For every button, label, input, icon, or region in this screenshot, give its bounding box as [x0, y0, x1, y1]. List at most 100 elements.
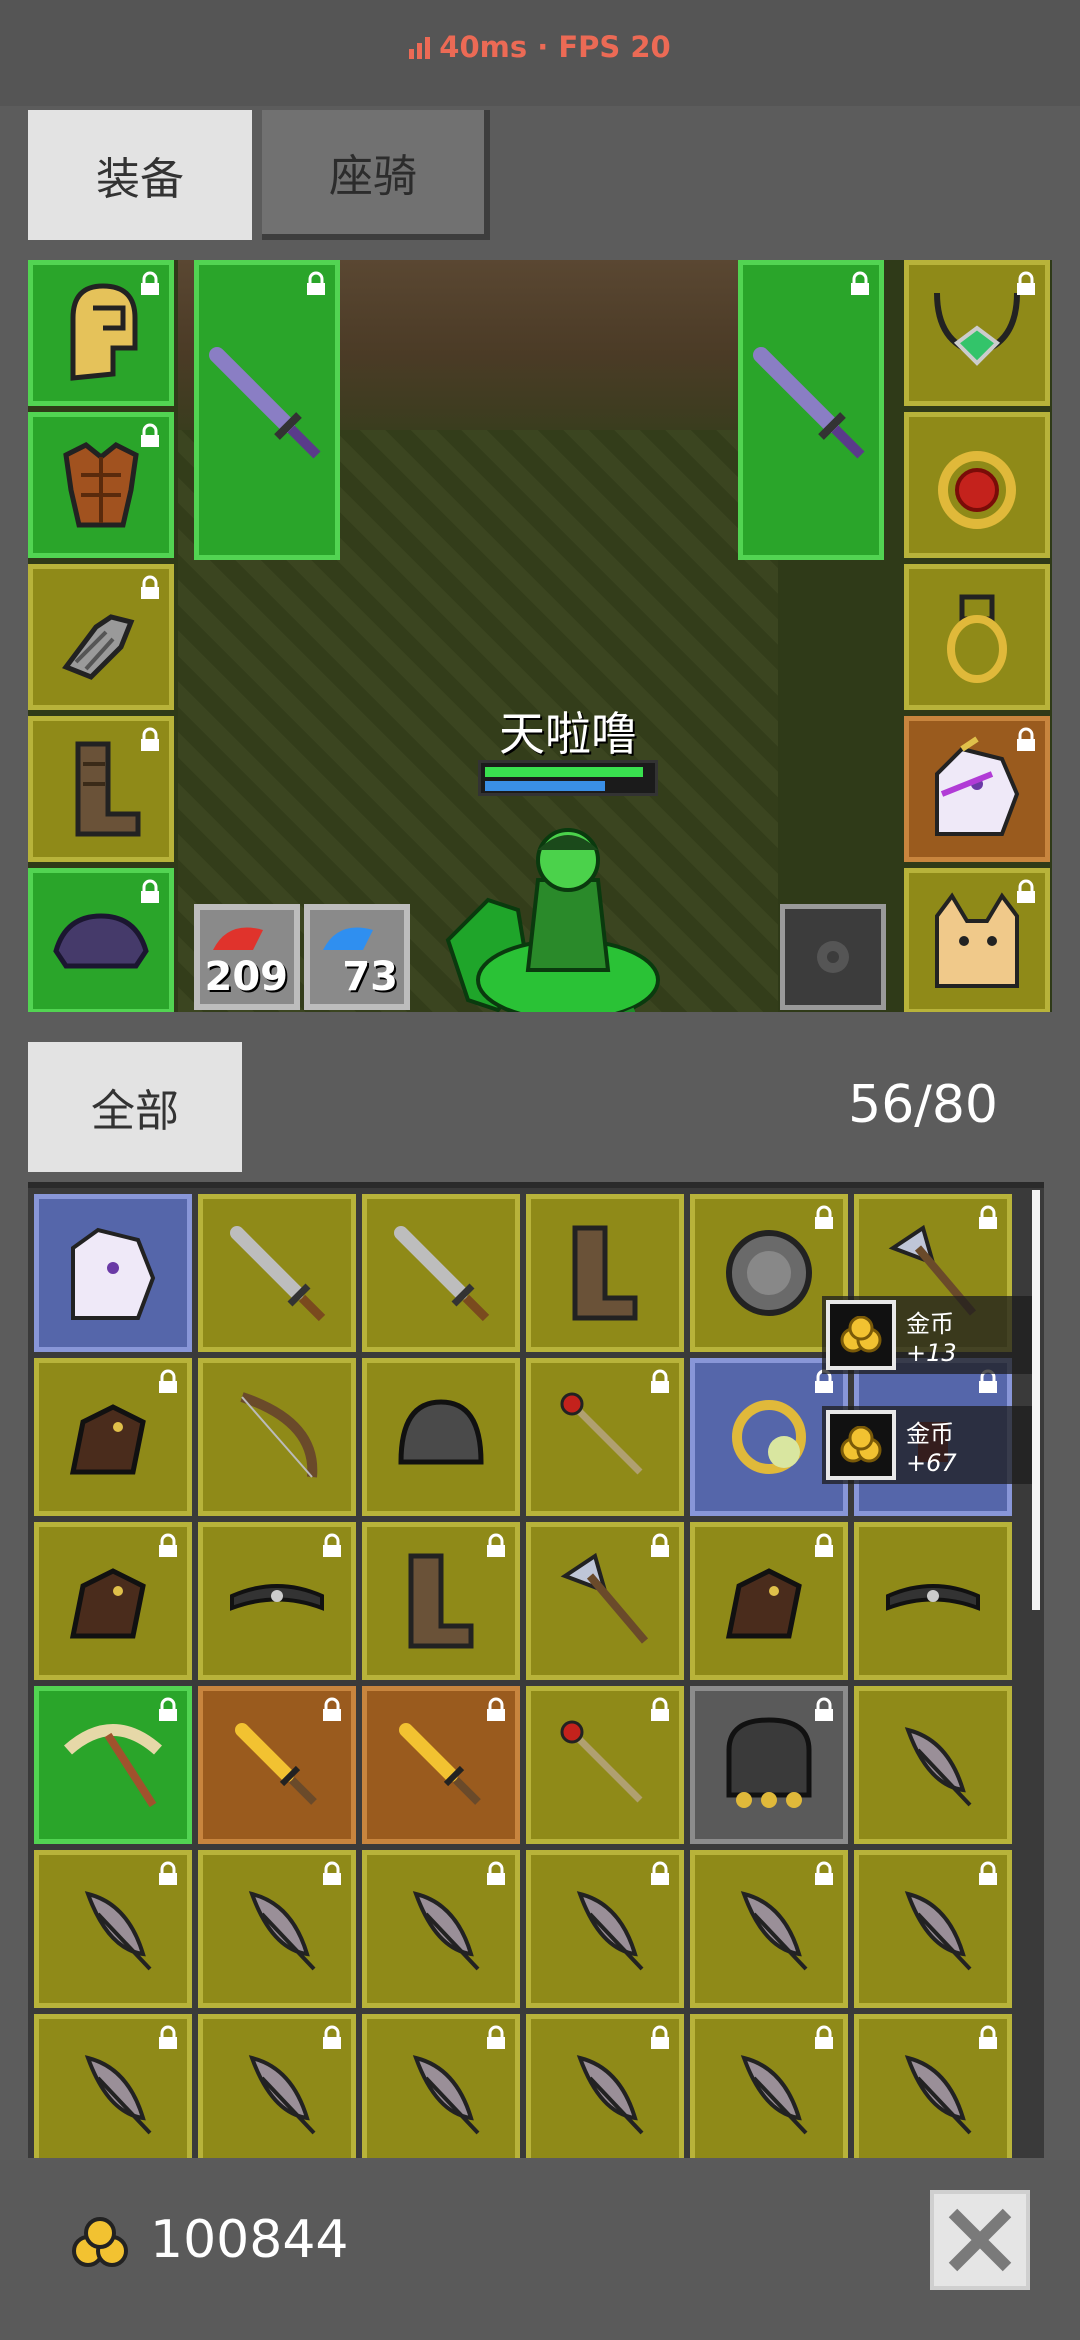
network-status: 40ms · FPS 20 [0, 30, 1080, 66]
lock-icon [851, 271, 869, 295]
mana-bar-fill [485, 781, 605, 791]
inventory-slot[interactable] [854, 2014, 1012, 2158]
lock-icon [1017, 727, 1035, 751]
unicorn-card-icon [71, 1227, 156, 1320]
inventory-slot[interactable] [690, 1686, 848, 1844]
lock-icon [141, 575, 159, 599]
filter-all-button[interactable]: 全部 [28, 1042, 242, 1172]
leather-glove-icon [69, 1404, 146, 1475]
equip-slot-ring-2[interactable] [904, 564, 1050, 710]
inventory-slot[interactable] [362, 1686, 520, 1844]
inventory-slot[interactable] [34, 1850, 192, 2008]
gold-ring-icon [732, 1400, 806, 1474]
red-potion-count: 209 [204, 954, 289, 1000]
equip-slot-weapon-main[interactable] [194, 260, 340, 560]
inventory-slot[interactable] [526, 1686, 684, 1844]
inventory-slot[interactable] [198, 1522, 356, 1680]
blue-potion-count: 73 [342, 954, 398, 1000]
close-icon [948, 2208, 1012, 2272]
inventory-slot[interactable] [362, 1194, 520, 1352]
tab-equipment[interactable]: 装备 [28, 110, 252, 240]
lock-icon [651, 1369, 669, 1393]
feather-icon [412, 1891, 480, 1971]
inventory-slot[interactable] [690, 1850, 848, 2008]
close-button[interactable] [930, 2190, 1030, 2290]
equip-slot-armor[interactable] [28, 412, 174, 558]
equip-slot-helmet[interactable] [28, 260, 174, 406]
inventory-slot[interactable] [34, 1522, 192, 1680]
red-potion-slot[interactable]: 209 [194, 904, 300, 1010]
inventory-slot[interactable] [526, 1850, 684, 2008]
ping-text: 40ms [439, 30, 528, 64]
equip-slot-pet[interactable] [904, 868, 1050, 1012]
inventory-slot[interactable] [34, 1194, 192, 1352]
inventory-slot[interactable] [198, 1686, 356, 1844]
inventory-slot[interactable] [198, 1194, 356, 1352]
lock-icon [1017, 271, 1035, 295]
equip-slot-mount[interactable] [904, 716, 1050, 862]
equip-slot-ring-1[interactable] [904, 412, 1050, 558]
locked-skill-icon [817, 941, 849, 973]
lock-icon [979, 2025, 997, 2049]
inventory-slot[interactable] [198, 2014, 356, 2158]
ruby-staff-icon [560, 1720, 643, 1803]
inventory-slot[interactable] [34, 1358, 192, 1516]
inventory-scrollbar[interactable] [1032, 1190, 1040, 1610]
belt-icon [230, 1584, 324, 1611]
lock-icon [487, 2025, 505, 2049]
lock-icon [159, 2025, 177, 2049]
tab-mount[interactable]: 座骑 [262, 110, 490, 240]
inventory-slot[interactable] [362, 1358, 520, 1516]
inventory-slot[interactable] [854, 1522, 1012, 1680]
inventory-slot[interactable] [34, 1686, 192, 1844]
iron-helmet-icon [398, 1399, 484, 1465]
feather-icon [904, 2055, 972, 2135]
lock-icon [651, 1697, 669, 1721]
equip-slot-boots[interactable] [28, 716, 174, 862]
equip-slot-necklace[interactable] [904, 260, 1050, 406]
leather-armor-icon [63, 442, 139, 528]
inventory-slot[interactable] [526, 1522, 684, 1680]
inventory-slot[interactable] [690, 2014, 848, 2158]
lock-icon [979, 1861, 997, 1885]
inventory-slot[interactable] [34, 2014, 192, 2158]
player-character-sprite[interactable] [428, 820, 688, 1012]
inventory-slot[interactable] [362, 1850, 520, 2008]
skill-slot[interactable] [780, 904, 886, 1010]
lock-icon [323, 2025, 341, 2049]
gold-coin-icon [826, 1410, 896, 1480]
inventory-slot[interactable] [526, 1194, 684, 1352]
feather-icon [84, 1891, 152, 1971]
equip-slot-gloves[interactable] [28, 564, 174, 710]
toast-label: 金币 [906, 1309, 954, 1338]
equip-slot-hat[interactable] [28, 868, 174, 1012]
inventory-slot[interactable] [854, 1850, 1012, 2008]
gold-pickup-toast: 金币 +13 [822, 1296, 1032, 1374]
inventory-slot[interactable] [526, 1358, 684, 1516]
inventory-slot[interactable] [690, 1522, 848, 1680]
equip-slot-weapon-off[interactable] [738, 260, 884, 560]
inventory-slot[interactable] [198, 1850, 356, 2008]
blue-potion-slot[interactable]: 73 [304, 904, 410, 1010]
inventory-slot[interactable] [362, 1522, 520, 1680]
ruby-ring-icon [938, 451, 1016, 529]
gauntlet-icon [62, 614, 135, 680]
gold-coin-icon [72, 2217, 128, 2267]
inventory-slot[interactable] [198, 1358, 356, 1516]
emerald-necklace-icon [934, 292, 1020, 366]
feather-icon [576, 2055, 644, 2135]
bow-icon [240, 1392, 318, 1478]
inventory-slot[interactable] [362, 2014, 520, 2158]
character-name: 天啦噜 [499, 707, 637, 761]
round-shield-icon [726, 1230, 812, 1316]
gold-ring-icon [947, 594, 1007, 683]
lock-icon [159, 1861, 177, 1885]
character-panel: 天啦噜 209 73 [28, 260, 1052, 1012]
battle-axe-icon [560, 1552, 649, 1644]
lock-icon [815, 1533, 833, 1557]
feather-icon [84, 2055, 152, 2135]
lock-icon [307, 271, 325, 295]
lock-icon [487, 1697, 505, 1721]
inventory-slot[interactable] [526, 2014, 684, 2158]
inventory-slot[interactable] [854, 1686, 1012, 1844]
